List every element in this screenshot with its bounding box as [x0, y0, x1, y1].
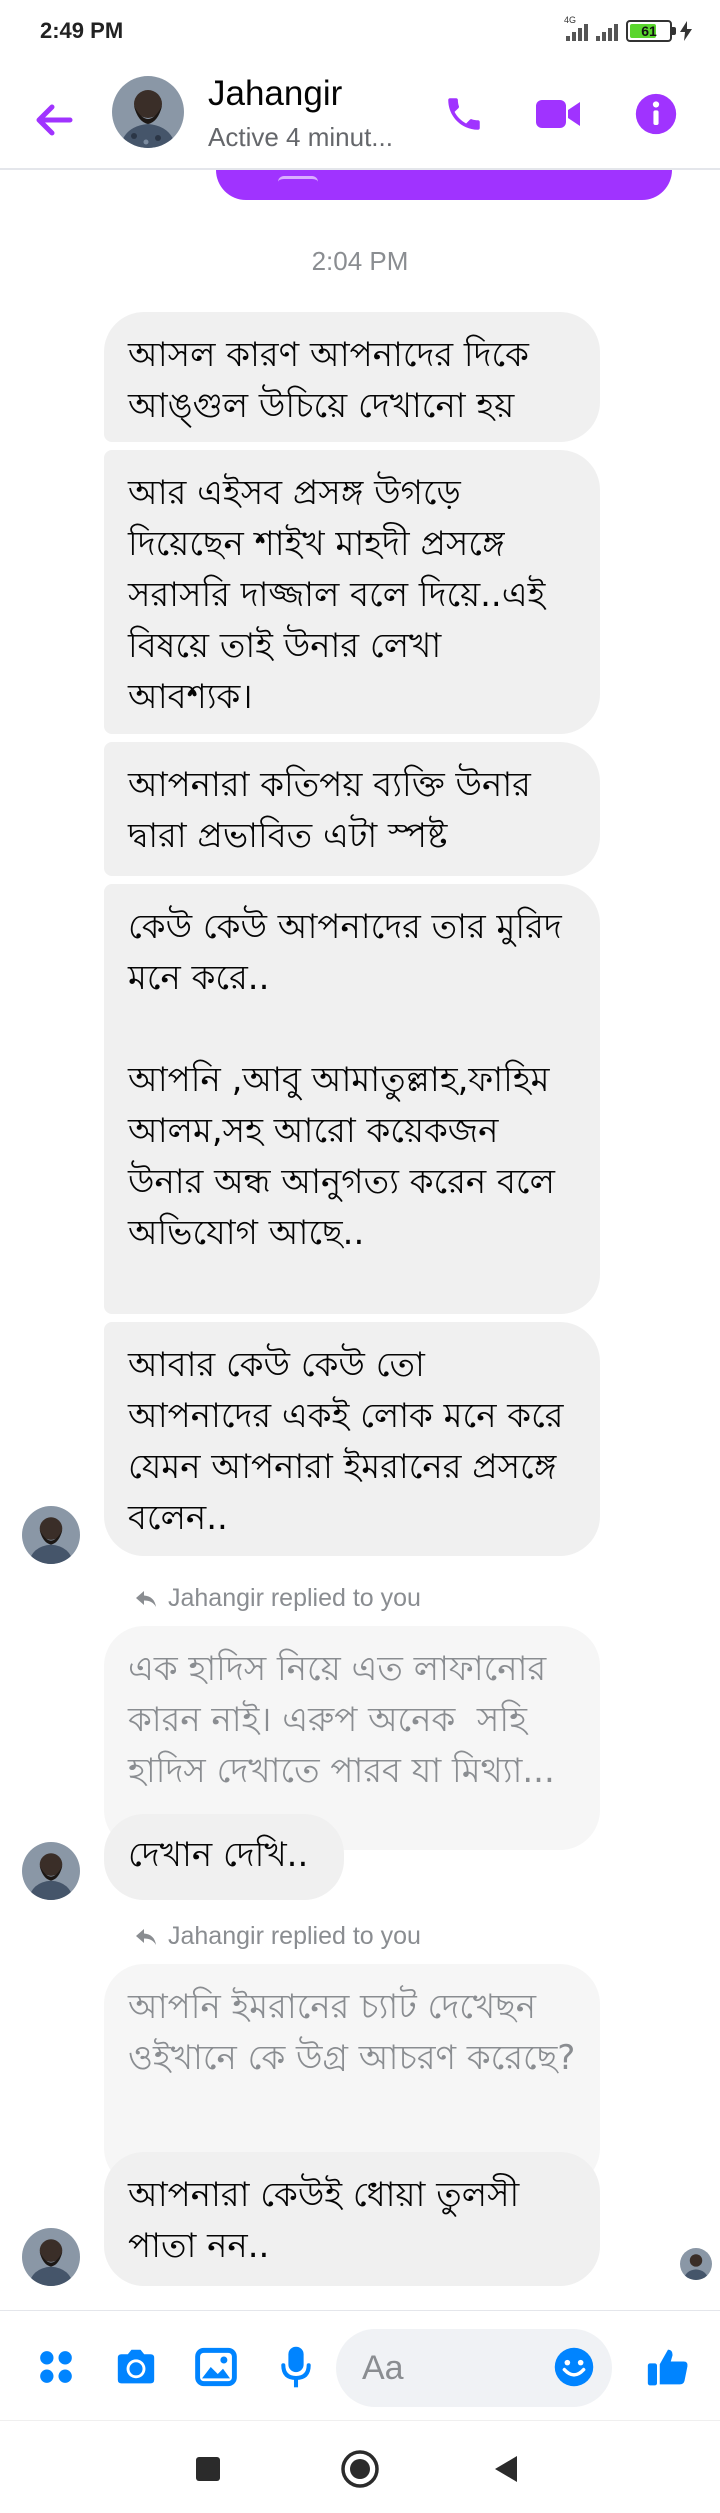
- emoji-button[interactable]: [548, 2341, 600, 2393]
- gallery-icon: [195, 2347, 237, 2387]
- gallery-button[interactable]: [190, 2341, 242, 2393]
- received-message[interactable]: আবার কেউ কেউ তো আপনাদের একই লোক মনে করে …: [104, 1322, 600, 1556]
- recents-icon: [196, 2457, 220, 2481]
- signal-icon-2: [596, 21, 618, 41]
- chat-header: Jahangir Active 4 minut...: [0, 66, 720, 170]
- system-back-button[interactable]: [484, 2447, 528, 2491]
- received-message[interactable]: কেউ কেউ আপনাদের তার মুরিদ মনে করে.. আপনি…: [104, 884, 600, 1314]
- video-icon: [536, 100, 580, 128]
- camera-button[interactable]: [110, 2341, 162, 2393]
- phone-icon: [448, 98, 480, 130]
- video-call-button[interactable]: [530, 86, 586, 142]
- received-message[interactable]: আসল কারণ আপনাদের দিকে আঙ্গুল উচিয়ে দেখা…: [104, 312, 600, 442]
- info-icon: [635, 93, 677, 135]
- network-label: 4G: [564, 15, 577, 25]
- sender-avatar[interactable]: [22, 1506, 80, 1564]
- battery-icon: 61: [626, 20, 676, 42]
- back-button[interactable]: [30, 96, 78, 144]
- reply-icon: [136, 1928, 156, 1945]
- voice-button[interactable]: [270, 2341, 322, 2393]
- composer-bar: [0, 2310, 720, 2420]
- received-message[interactable]: আপনারা কেউই ধোয়া তুলসী পাতা নন..: [104, 2152, 600, 2286]
- status-bar: 2:49 PM 4G 61: [0, 0, 720, 66]
- home-icon: [341, 2450, 379, 2488]
- signal-icon: 4G: [564, 15, 588, 41]
- mic-icon: [281, 2346, 311, 2388]
- charging-icon: [680, 21, 692, 41]
- system-nav-bar: [0, 2420, 720, 2513]
- apps-icon: [40, 2351, 72, 2383]
- info-button[interactable]: [628, 86, 684, 142]
- reply-icon: [136, 1590, 156, 1607]
- reply-label-text: Jahangir replied to you: [168, 1584, 421, 1612]
- status-time: 2:49 PM: [40, 18, 124, 43]
- status-icons: 4G 61: [564, 15, 692, 42]
- avatar[interactable]: [112, 76, 184, 148]
- message-list[interactable]: 2:04 PM আসল কারণ আপনাদের দিকে আঙ্গুল উচি…: [0, 170, 720, 2310]
- apps-button[interactable]: [30, 2341, 82, 2393]
- time-separator: 2:04 PM: [311, 246, 409, 276]
- contact-name: Jahangir: [208, 74, 343, 113]
- back-icon: [495, 2456, 517, 2482]
- like-button[interactable]: [642, 2341, 694, 2393]
- sender-avatar[interactable]: [22, 2228, 80, 2286]
- thumbs-up-icon: [647, 2349, 688, 2386]
- received-message[interactable]: দেখান দেখি..: [104, 1814, 344, 1900]
- call-button[interactable]: [436, 86, 492, 142]
- reply-indicator: Jahangir replied to you: [134, 1584, 421, 1613]
- battery-level: 61: [641, 23, 657, 39]
- received-message[interactable]: আর এইসব প্রসঙ্গ উগড়ে দিয়েছেন শাইখ মাহদ…: [104, 450, 600, 734]
- home-button[interactable]: [338, 2447, 382, 2491]
- reply-indicator: Jahangir replied to you: [134, 1922, 421, 1951]
- sent-message-bubble[interactable]: [216, 170, 672, 200]
- back-arrow-icon: [36, 104, 73, 136]
- camera-icon: [117, 2349, 155, 2384]
- reply-label-text: Jahangir replied to you: [168, 1922, 421, 1950]
- seen-indicator-avatar: [680, 2248, 712, 2280]
- contact-status: Active 4 minut...: [208, 122, 393, 152]
- received-message[interactable]: আপনারা কতিপয় ব্যক্তি উনার দ্বারা প্রভাব…: [104, 742, 600, 876]
- sender-avatar[interactable]: [22, 1842, 80, 1900]
- emoji-icon: [554, 2347, 594, 2387]
- recents-button[interactable]: [186, 2447, 230, 2491]
